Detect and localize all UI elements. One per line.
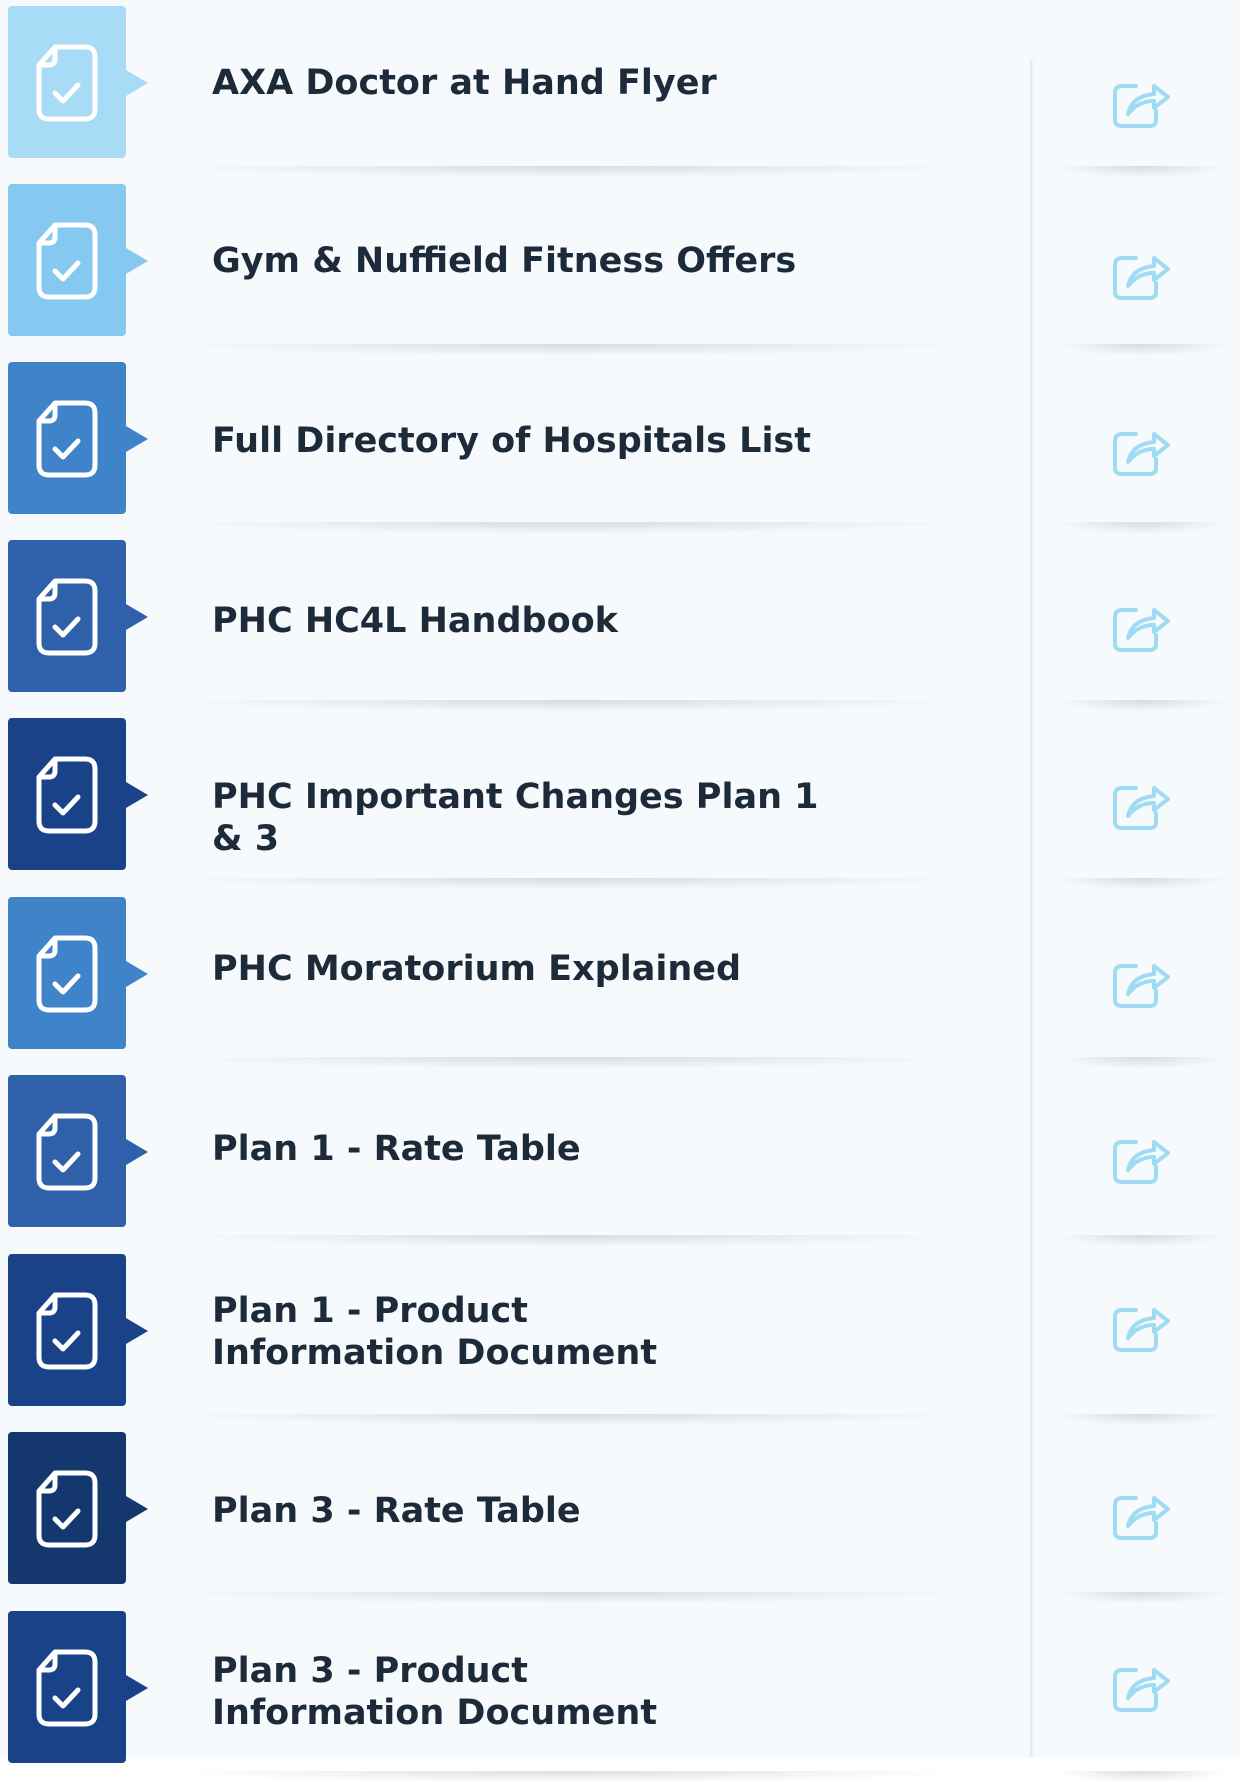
document-tile [8,1254,148,1406]
document-list-page: AXA Doctor at Hand Flyer Gym & Nuffield … [0,0,1240,1783]
document-tile [8,184,148,336]
action-divider [1055,878,1230,890]
row-divider [165,522,975,534]
share-icon[interactable] [1110,958,1172,1010]
document-row-6[interactable]: PHC Moratorium Explained [0,891,1240,1069]
action-divider [1055,522,1230,534]
row-divider [165,878,975,890]
row-divider [165,1414,975,1426]
document-title[interactable]: PHC Moratorium Explained [212,948,852,990]
row-divider [165,700,975,712]
share-icon[interactable] [1110,780,1172,832]
share-icon[interactable] [1110,602,1172,654]
document-check-icon [36,935,98,1013]
document-row-10[interactable]: Plan 3 - Product Information Document [0,1605,1240,1783]
document-title[interactable]: PHC HC4L Handbook [212,600,852,642]
document-row-8[interactable]: Plan 1 - Product Information Document [0,1248,1240,1426]
share-icon[interactable] [1110,1490,1172,1542]
document-tile [8,362,148,514]
row-divider [165,1057,975,1069]
row-divider [165,166,975,178]
share-icon[interactable] [1110,1134,1172,1186]
share-icon[interactable] [1110,426,1172,478]
action-divider [1055,1592,1230,1604]
document-tile [8,540,148,692]
share-icon[interactable] [1110,250,1172,302]
document-check-icon [36,578,98,656]
document-title[interactable]: AXA Doctor at Hand Flyer [212,62,852,104]
action-divider [1055,344,1230,356]
action-divider [1055,700,1230,712]
document-check-icon [36,756,98,834]
document-row-5[interactable]: PHC Important Changes Plan 1 & 3 [0,712,1240,890]
document-tile [8,1611,148,1763]
document-check-icon [36,1113,98,1191]
document-check-icon [36,1470,98,1548]
document-tile [8,6,148,158]
document-row-9[interactable]: Plan 3 - Rate Table [0,1426,1240,1604]
document-row-2[interactable]: Gym & Nuffield Fitness Offers [0,178,1240,356]
document-title[interactable]: Plan 3 - Rate Table [212,1490,852,1532]
document-check-icon [36,222,98,300]
action-divider [1055,1235,1230,1247]
share-icon[interactable] [1110,78,1172,130]
document-row-1[interactable]: AXA Doctor at Hand Flyer [0,0,1240,178]
document-check-icon [36,1292,98,1370]
document-row-7[interactable]: Plan 1 - Rate Table [0,1069,1240,1247]
action-divider [1055,1414,1230,1426]
row-divider [165,1235,975,1247]
document-title[interactable]: Plan 1 - Rate Table [212,1128,852,1170]
action-divider [1055,1057,1230,1069]
document-tile [8,1432,148,1584]
row-divider [165,1592,975,1604]
share-icon[interactable] [1110,1662,1172,1714]
document-title[interactable]: Plan 1 - Product Information Document [212,1290,752,1374]
document-title[interactable]: Full Directory of Hospitals List [212,420,852,462]
document-check-icon [36,1649,98,1727]
document-tile [8,718,148,870]
document-title[interactable]: Plan 3 - Product Information Document [212,1650,752,1734]
action-divider [1055,1771,1230,1783]
row-divider [165,1771,975,1783]
document-row-3[interactable]: Full Directory of Hospitals List [0,356,1240,534]
document-title[interactable]: Gym & Nuffield Fitness Offers [212,240,852,282]
document-row-4[interactable]: PHC HC4L Handbook [0,534,1240,712]
document-check-icon [36,400,98,478]
document-tile [8,897,148,1049]
action-divider [1055,166,1230,178]
document-check-icon [36,44,98,122]
share-icon[interactable] [1110,1302,1172,1354]
row-divider [165,344,975,356]
document-title[interactable]: PHC Important Changes Plan 1 & 3 [212,776,852,860]
document-tile [8,1075,148,1227]
